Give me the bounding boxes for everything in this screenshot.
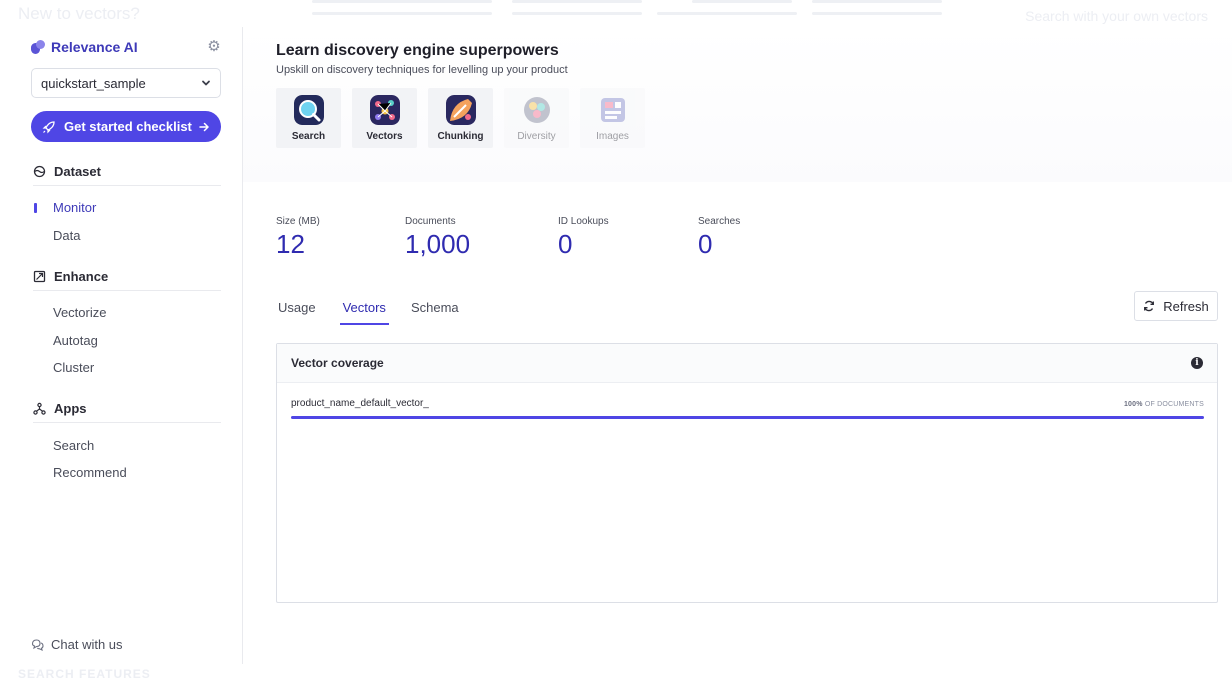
info-icon[interactable]: i <box>1191 357 1203 369</box>
background-placeholder-lines <box>312 0 952 20</box>
stat-searches-value: 0 <box>698 229 713 259</box>
sidebar-item-cluster[interactable]: Cluster <box>53 360 94 375</box>
gear-icon[interactable]: ⚙ <box>206 39 222 55</box>
apps-section-label: Apps <box>54 401 87 416</box>
sidebar-item-search[interactable]: Search <box>53 438 94 453</box>
background-title: New to vectors? <box>18 4 140 23</box>
tile-diversity[interactable]: Diversity <box>504 88 569 148</box>
stat-size-value: 12 <box>276 229 305 259</box>
stat-size: Size (MB) 12 <box>276 216 320 260</box>
coverage-row: product_name_default_vector_ 100% OF DOC… <box>291 398 1204 419</box>
apps-section-header: Apps <box>33 399 221 423</box>
dataset-icon <box>33 165 46 178</box>
stat-searches-label: Searches <box>698 216 741 227</box>
checklist-label: Get started checklist <box>64 119 192 134</box>
hero-subtitle: Upskill on discovery techniques for leve… <box>276 64 568 76</box>
chat-label: Chat with us <box>51 637 123 652</box>
active-indicator <box>34 203 37 213</box>
chat-with-us-link[interactable]: Chat with us <box>31 637 123 652</box>
stat-documents: Documents 1,000 <box>405 216 470 260</box>
chevron-down-icon <box>202 80 210 86</box>
background-search-hint: Search with your own vectors <box>1025 8 1208 24</box>
tile-diversity-label: Diversity <box>517 131 556 142</box>
tile-search[interactable]: Search <box>276 88 341 148</box>
coverage-field-name: product_name_default_vector_ <box>291 398 429 409</box>
coverage-progress-bar <box>291 416 1204 419</box>
dataset-section-label: Dataset <box>54 164 101 179</box>
hero-title: Learn discovery engine superpowers <box>276 42 559 59</box>
apps-icon <box>33 402 46 415</box>
search-illustration-icon <box>293 95 324 125</box>
apps-section: Apps <box>33 399 221 423</box>
rocket-icon <box>42 120 55 133</box>
stat-searches: Searches 0 <box>698 216 740 260</box>
tile-images[interactable]: Images <box>580 88 645 148</box>
diversity-illustration-icon <box>523 97 550 123</box>
refresh-icon <box>1144 300 1155 312</box>
stat-id-lookups-value: 0 <box>558 229 573 259</box>
tab-usage[interactable]: Usage <box>278 297 316 325</box>
sidebar-item-monitor[interactable]: Monitor <box>53 200 96 215</box>
stat-size-label: Size (MB) <box>276 216 320 227</box>
sidebar-item-data[interactable]: Data <box>53 228 80 243</box>
stat-id-lookups: ID Lookups 0 <box>558 216 609 260</box>
chat-icon <box>31 639 44 651</box>
chunking-illustration-icon <box>445 95 476 125</box>
vector-coverage-panel: Vector coverage i product_name_default_v… <box>276 343 1218 603</box>
enhance-section-header: Enhance <box>33 267 221 291</box>
arrow-right-icon <box>199 122 209 131</box>
vectors-illustration-icon <box>369 95 400 125</box>
tutorial-tiles: Search Vectors Chunking Diversity Images <box>276 88 645 148</box>
coverage-percent: 100% OF DOCUMENTS <box>1124 401 1204 408</box>
brand-name: Relevance AI <box>51 39 138 55</box>
background-footer: SEARCH FEATURES <box>18 667 151 681</box>
dataset-select-value: quickstart_sample <box>41 75 146 91</box>
tile-chunking-label: Chunking <box>437 131 484 142</box>
tile-chunking[interactable]: Chunking <box>428 88 493 148</box>
dataset-section: Dataset <box>33 162 221 186</box>
coverage-percent-value: 100% <box>1123 401 1143 408</box>
monitor-tabs: Usage Vectors Schema <box>278 297 486 325</box>
get-started-checklist-button[interactable]: Get started checklist <box>31 111 221 142</box>
enhance-section: Enhance <box>33 267 221 291</box>
coverage-percent-suffix: OF DOCUMENTS <box>1144 401 1204 408</box>
brand[interactable]: Relevance AI <box>31 39 138 55</box>
stat-documents-value: 1,000 <box>405 229 471 259</box>
dataset-select[interactable]: quickstart_sample <box>31 68 221 98</box>
enhance-icon <box>33 270 46 283</box>
coverage-progress-fill <box>291 416 1204 419</box>
vector-coverage-header: Vector coverage i <box>277 344 1217 383</box>
sidebar-item-vectorize[interactable]: Vectorize <box>53 305 106 320</box>
relevance-logo-icon <box>31 40 45 54</box>
tile-vectors-label: Vectors <box>366 131 403 142</box>
enhance-section-label: Enhance <box>54 269 109 284</box>
dataset-section-header: Dataset <box>33 162 221 186</box>
tile-images-label: Images <box>596 131 629 142</box>
sidebar-item-autotag[interactable]: Autotag <box>53 333 98 348</box>
sidebar: Relevance AI ⚙ quickstart_sample Get sta… <box>0 27 243 664</box>
refresh-button[interactable]: Refresh <box>1134 291 1218 321</box>
stat-id-lookups-label: ID Lookups <box>558 216 609 227</box>
vector-coverage-title: Vector coverage <box>291 356 384 370</box>
images-illustration-icon <box>600 98 625 122</box>
tab-schema[interactable]: Schema <box>411 297 459 325</box>
stat-documents-label: Documents <box>405 216 456 227</box>
tile-vectors[interactable]: Vectors <box>352 88 417 148</box>
tile-search-label: Search <box>291 131 326 142</box>
refresh-label: Refresh <box>1163 298 1209 314</box>
sidebar-item-recommend[interactable]: Recommend <box>53 465 127 480</box>
tab-vectors[interactable]: Vectors <box>339 297 389 325</box>
